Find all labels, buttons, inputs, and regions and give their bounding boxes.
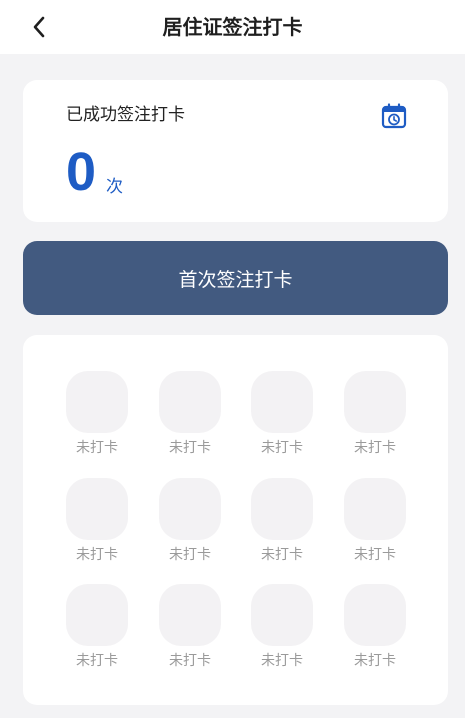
checkin-day-tile xyxy=(159,584,221,646)
checkin-day-cell: 未打卡 xyxy=(159,371,221,461)
checkin-day-tile xyxy=(344,478,406,540)
checkin-day-label: 未打卡 xyxy=(169,440,211,456)
checkin-day-label: 未打卡 xyxy=(354,547,396,563)
checkin-day-cell: 未打卡 xyxy=(344,371,406,461)
calendar-history-button[interactable] xyxy=(380,102,408,130)
page-title: 居住证签注打卡 xyxy=(162,15,303,39)
checkin-day-cell: 未打卡 xyxy=(66,584,128,674)
checkin-day-cell: 未打卡 xyxy=(251,478,313,568)
checkin-day-cell: 未打卡 xyxy=(251,584,313,674)
checkin-day-label: 未打卡 xyxy=(76,653,118,669)
checkin-day-cell: 未打卡 xyxy=(66,371,128,461)
checkin-day-cell: 未打卡 xyxy=(344,584,406,674)
checkin-day-label: 未打卡 xyxy=(354,653,396,669)
checkin-stats-card: 已成功签注打卡 0 次 xyxy=(23,80,448,222)
checkin-day-label: 未打卡 xyxy=(76,547,118,563)
checkin-day-label: 未打卡 xyxy=(261,653,303,669)
count-unit: 次 xyxy=(106,177,123,197)
checkin-day-label: 未打卡 xyxy=(169,653,211,669)
checkin-day-cell: 未打卡 xyxy=(344,478,406,568)
checkin-day-tile xyxy=(159,371,221,433)
checkin-day-label: 未打卡 xyxy=(76,440,118,456)
checkin-day-label: 未打卡 xyxy=(261,547,303,563)
nav-bar: 居住证签注打卡 xyxy=(0,0,465,54)
checkin-day-label: 未打卡 xyxy=(169,547,211,563)
checkin-day-label: 未打卡 xyxy=(261,440,303,456)
calendar-history-icon xyxy=(381,103,407,129)
checkin-grid: 未打卡 未打卡 未打卡 未打卡 未打卡 未打卡 未打卡 未打卡 未打卡 未打卡 未打卡 未打卡 xyxy=(23,335,448,705)
checkin-day-label: 未打卡 xyxy=(354,440,396,456)
count-value: 0 xyxy=(66,142,97,202)
checkin-day-tile xyxy=(251,478,313,540)
checkin-day-tile xyxy=(66,371,128,433)
checkin-day-tile xyxy=(251,371,313,433)
checkin-day-tile xyxy=(159,478,221,540)
checkin-day-tile xyxy=(344,371,406,433)
first-checkin-button[interactable]: 首次签注打卡 xyxy=(23,241,448,315)
checkin-day-cell: 未打卡 xyxy=(159,584,221,674)
checkin-day-cell: 未打卡 xyxy=(66,478,128,568)
checkin-day-cell: 未打卡 xyxy=(251,371,313,461)
checkin-day-tile xyxy=(344,584,406,646)
checkin-day-cell: 未打卡 xyxy=(159,478,221,568)
stats-label: 已成功签注打卡 xyxy=(66,105,185,125)
checkin-day-tile xyxy=(66,478,128,540)
checkin-day-tile xyxy=(66,584,128,646)
checkin-day-tile xyxy=(251,584,313,646)
